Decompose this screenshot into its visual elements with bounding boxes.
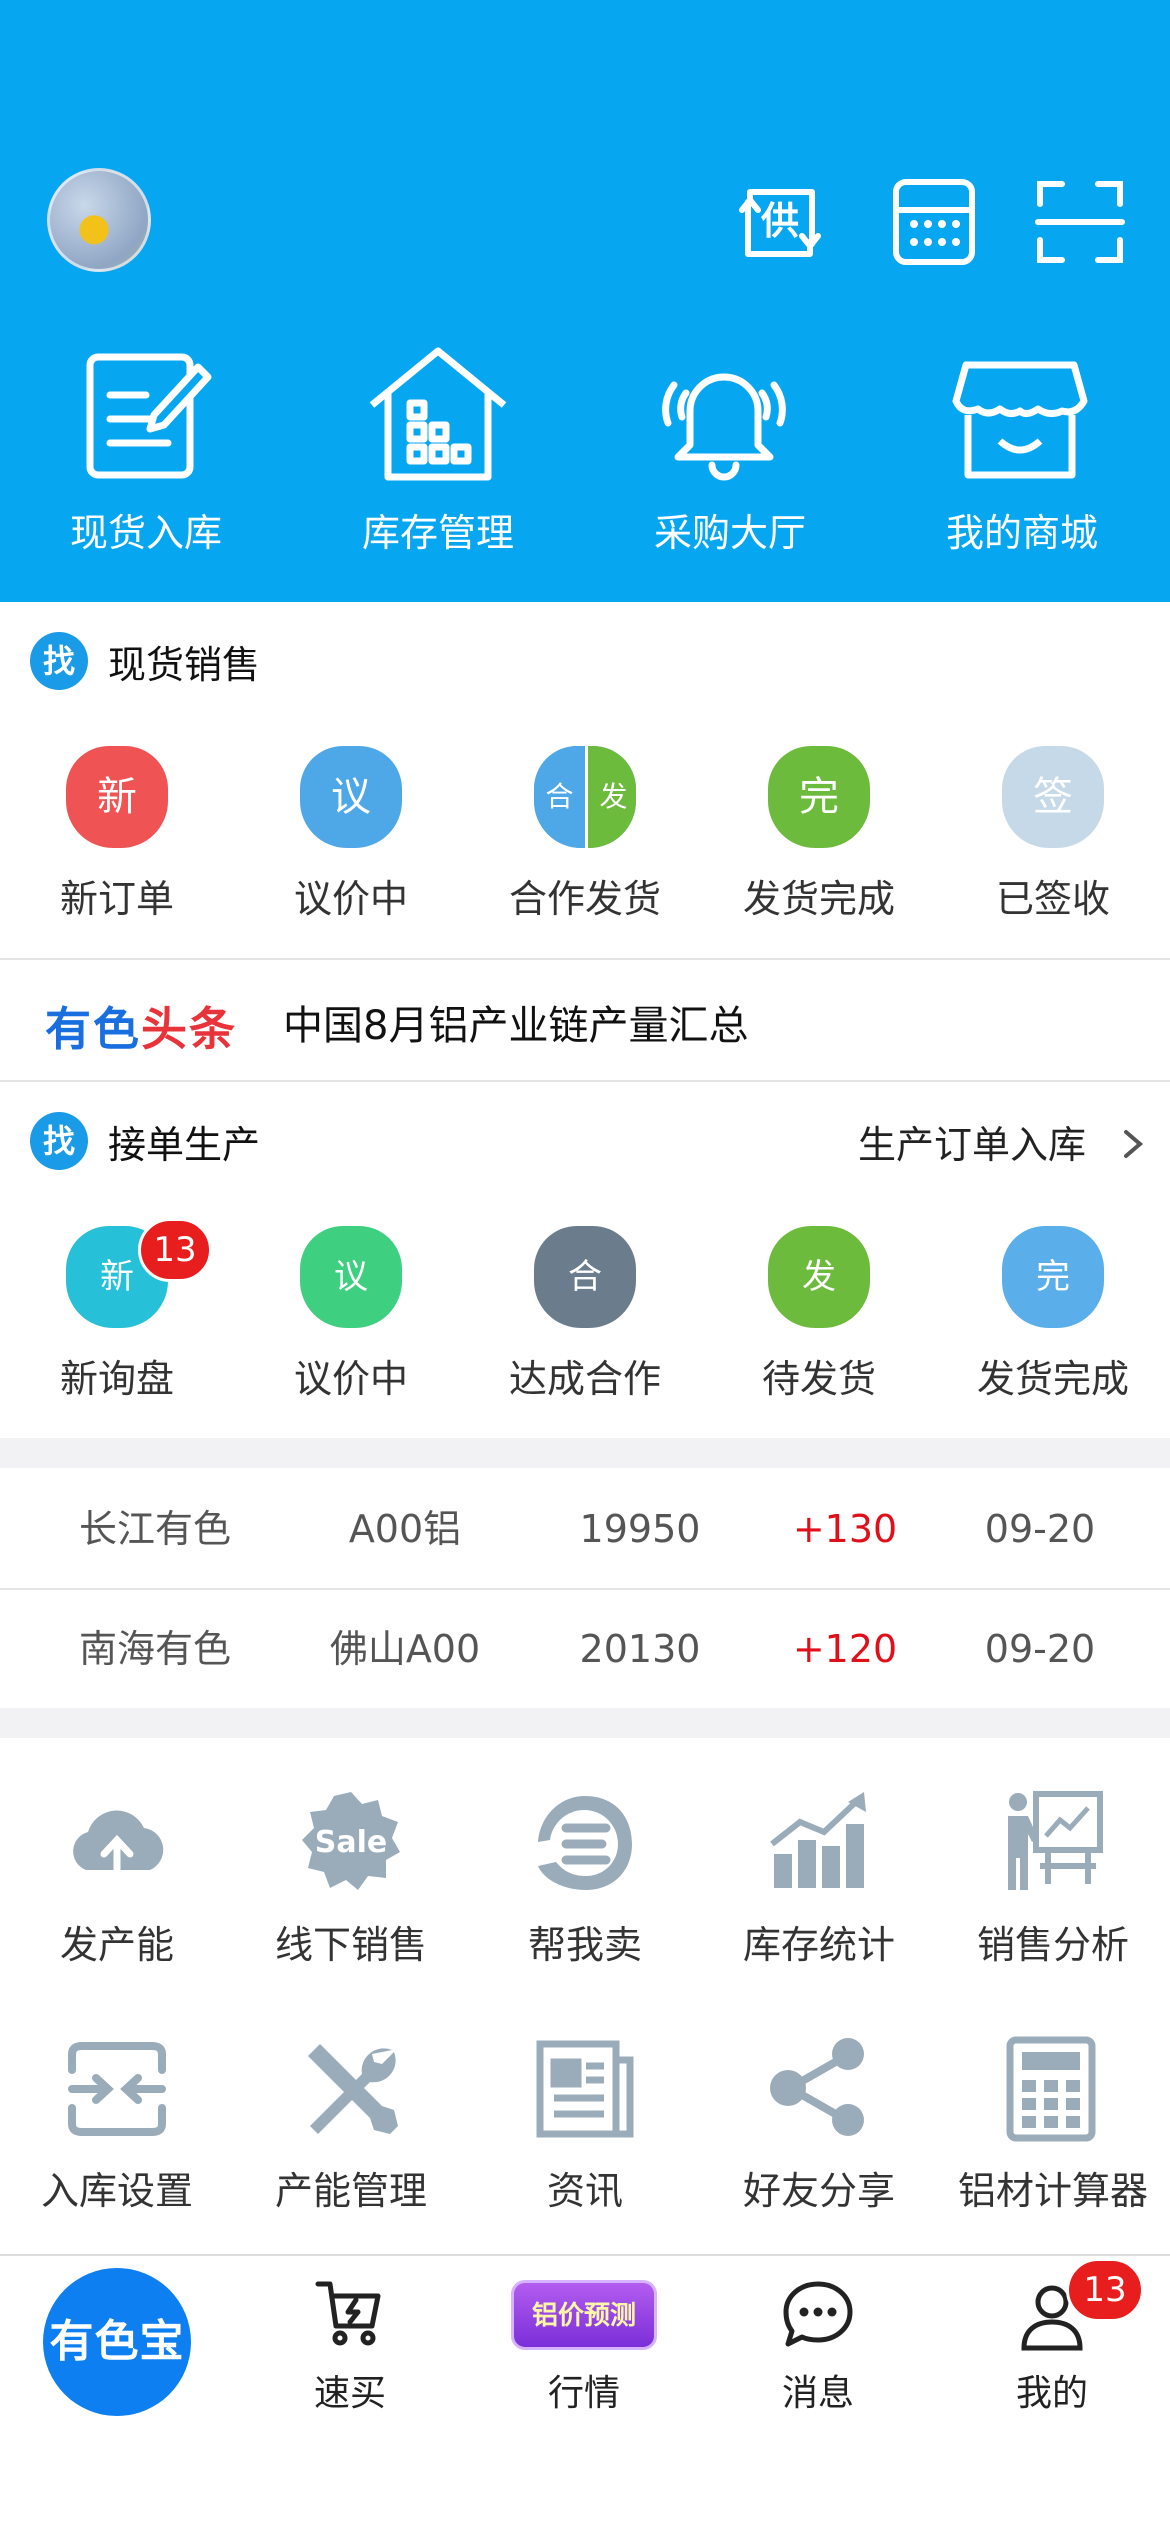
price-value: 20130 bbox=[579, 1627, 701, 1671]
price-row[interactable]: 长江有色 A00铝 19950 +130 09-20 bbox=[0, 1470, 1170, 1588]
divider bbox=[0, 958, 1170, 960]
tools-icon[interactable] bbox=[296, 2034, 406, 2144]
negotiating-icon[interactable]: 议 bbox=[300, 746, 402, 848]
section-gap bbox=[0, 1438, 1170, 1468]
home-tab-button[interactable]: 有色宝 bbox=[43, 2268, 191, 2416]
deal-icon[interactable]: 合 bbox=[534, 1226, 636, 1328]
divider bbox=[0, 1080, 1170, 1082]
calculator-icon[interactable] bbox=[884, 172, 984, 272]
tool-label[interactable]: 入库设置 bbox=[0, 2160, 234, 2215]
price-market: 南海有色 bbox=[78, 1627, 231, 1671]
status-label[interactable]: 议价中 bbox=[234, 868, 468, 923]
price-product: 佛山A00 bbox=[329, 1627, 481, 1671]
news-brand-part1: 有色 bbox=[45, 1002, 141, 1056]
tab-label[interactable]: 我的 bbox=[935, 2364, 1169, 2416]
cart-icon[interactable] bbox=[314, 2278, 386, 2350]
scan-icon[interactable] bbox=[1030, 172, 1130, 272]
price-predict-icon[interactable]: 铝价预测 bbox=[511, 2280, 657, 2350]
status-label[interactable]: 议价中 bbox=[234, 1348, 468, 1403]
status-label[interactable]: 新询盘 bbox=[0, 1348, 234, 1403]
price-date: 09-20 bbox=[984, 1627, 1096, 1671]
news-brand-part2: 头条 bbox=[141, 1002, 237, 1056]
price-market: 长江有色 bbox=[78, 1507, 231, 1551]
chevron-right-icon[interactable] bbox=[1112, 1124, 1152, 1164]
presentation-icon[interactable] bbox=[996, 1786, 1106, 1896]
news-headline[interactable]: 中国8月铝产业链产量汇总 bbox=[283, 993, 748, 1051]
price-product: A00铝 bbox=[348, 1507, 462, 1551]
negotiating-icon[interactable]: 议 bbox=[300, 1226, 402, 1328]
profile-notification-badge: 13 bbox=[1066, 2258, 1144, 2322]
status-label[interactable]: 合作发货 bbox=[468, 868, 702, 923]
tab-label[interactable]: 速买 bbox=[233, 2364, 467, 2416]
tool-label[interactable]: 发产能 bbox=[0, 1914, 234, 1969]
status-label[interactable]: 待发货 bbox=[702, 1348, 936, 1403]
delivered-icon[interactable]: 完 bbox=[768, 746, 870, 848]
production-order-link[interactable]: 生产订单入库 bbox=[858, 1114, 1086, 1169]
tool-label[interactable]: 销售分析 bbox=[936, 1914, 1170, 1969]
quick-action-label[interactable]: 现货入库 bbox=[0, 502, 292, 557]
warehouse-icon[interactable] bbox=[368, 345, 508, 485]
coop-delivery-icon[interactable]: 合 发 bbox=[534, 746, 636, 848]
bar-chart-icon[interactable] bbox=[762, 1784, 872, 1894]
coop-left-char: 合 bbox=[534, 746, 585, 848]
shop-icon[interactable] bbox=[950, 345, 1090, 485]
find-badge: 找 bbox=[30, 632, 88, 690]
share-icon[interactable] bbox=[764, 2032, 874, 2142]
inbound-settings-icon[interactable] bbox=[62, 2034, 172, 2144]
chat-icon[interactable] bbox=[782, 2278, 854, 2350]
quick-action-label[interactable]: 库存管理 bbox=[292, 502, 584, 557]
sale-text: Sale bbox=[315, 1825, 387, 1860]
newspaper-icon[interactable] bbox=[530, 2034, 640, 2144]
quick-action-label[interactable]: 我的商城 bbox=[876, 502, 1168, 557]
price-date: 09-20 bbox=[984, 1507, 1096, 1551]
status-label[interactable]: 发货完成 bbox=[702, 868, 936, 923]
section-title-production: 接单生产 bbox=[108, 1123, 261, 1167]
status-label[interactable]: 新订单 bbox=[0, 868, 234, 923]
tool-label[interactable]: 库存统计 bbox=[702, 1914, 936, 1969]
status-label[interactable]: 发货完成 bbox=[936, 1348, 1170, 1403]
price-change: +130 bbox=[792, 1507, 898, 1551]
avatar[interactable] bbox=[47, 168, 151, 272]
status-label[interactable]: 已签收 bbox=[936, 868, 1170, 923]
tab-label[interactable]: 消息 bbox=[701, 2364, 935, 2416]
header: 供 现货入库 库存管理 采购大厅 我的商城 bbox=[0, 0, 1170, 602]
calculator-icon[interactable] bbox=[996, 2034, 1106, 2144]
signed-icon[interactable]: 签 bbox=[1002, 746, 1104, 848]
tool-label[interactable]: 产能管理 bbox=[234, 2160, 468, 2215]
status-label[interactable]: 达成合作 bbox=[468, 1348, 702, 1403]
quick-action-label[interactable]: 采购大厅 bbox=[584, 502, 876, 557]
new-order-icon[interactable]: 新 bbox=[66, 746, 168, 848]
section-title-spot-sales: 现货销售 bbox=[108, 643, 261, 687]
sale-badge-icon[interactable]: Sale bbox=[296, 1786, 406, 1896]
supply-icon[interactable]: 供 bbox=[730, 172, 830, 272]
tool-label[interactable]: 资讯 bbox=[468, 2160, 702, 2215]
tab-label[interactable]: 行情 bbox=[467, 2364, 701, 2416]
tool-label[interactable]: 线下销售 bbox=[234, 1914, 468, 1969]
tool-label[interactable]: 好友分享 bbox=[702, 2160, 936, 2215]
help-sell-icon[interactable] bbox=[530, 1788, 640, 1898]
tool-label[interactable]: 帮我卖 bbox=[468, 1914, 702, 1969]
news-brand: 有色头条 bbox=[45, 993, 237, 1059]
section-gap bbox=[0, 1708, 1170, 1738]
price-row[interactable]: 南海有色 佛山A00 20130 +120 09-20 bbox=[0, 1590, 1170, 1708]
inquiry-count-badge: 13 bbox=[138, 1218, 212, 1282]
price-change: +120 bbox=[792, 1627, 898, 1671]
document-edit-icon[interactable] bbox=[76, 345, 216, 485]
pending-delivery-icon[interactable]: 发 bbox=[768, 1226, 870, 1328]
find-badge: 找 bbox=[30, 1112, 88, 1170]
coop-right-char: 发 bbox=[585, 746, 636, 848]
supply-char: 供 bbox=[761, 199, 799, 243]
bell-icon[interactable] bbox=[654, 345, 794, 485]
price-value: 19950 bbox=[579, 1507, 701, 1551]
cloud-upload-icon[interactable] bbox=[62, 1788, 172, 1898]
tool-label[interactable]: 铝材计算器 bbox=[936, 2160, 1170, 2215]
delivered-icon[interactable]: 完 bbox=[1002, 1226, 1104, 1328]
